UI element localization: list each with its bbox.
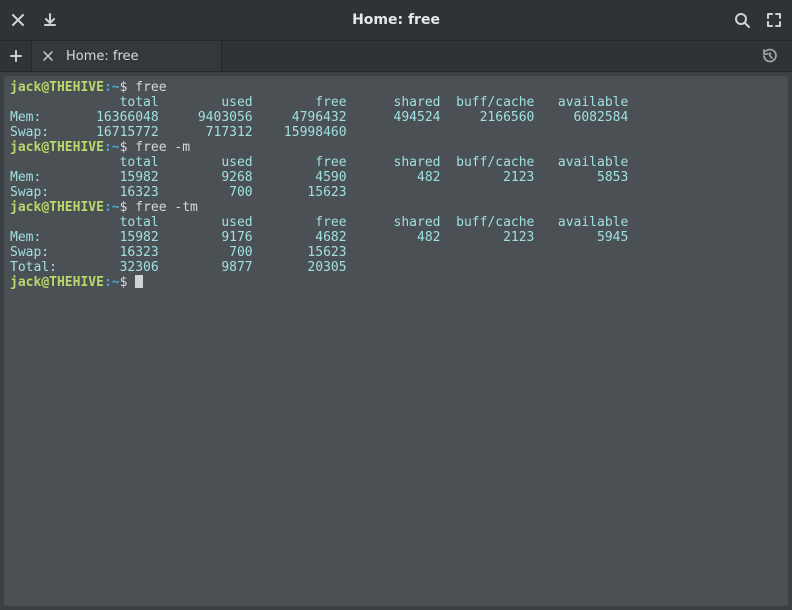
prompt-path: ~ (112, 80, 120, 95)
table-row: Swap: 16715772 717312 15998460 (10, 125, 347, 140)
table-header: total used free shared buff/cache availa… (10, 155, 628, 170)
fullscreen-button[interactable] (764, 10, 784, 30)
cursor (135, 275, 143, 288)
table-row: Mem: 15982 9176 4682 482 2123 5945 (10, 230, 628, 245)
command-line: free (135, 80, 166, 95)
tabbar: Home: free (0, 40, 792, 72)
history-icon (762, 48, 778, 64)
tab-home-free[interactable]: Home: free (32, 41, 222, 71)
history-button[interactable] (758, 44, 782, 68)
table-row: Total: 32306 9877 20305 (10, 260, 347, 275)
titlebar: Home: free (0, 0, 792, 40)
terminal-pane[interactable]: jack@THEHIVE:~$ free total used free sha… (4, 76, 788, 606)
tab-label: Home: free (66, 49, 139, 64)
search-icon (734, 12, 750, 28)
command-line: free -m (135, 140, 190, 155)
window-title: Home: free (352, 12, 440, 28)
search-button[interactable] (732, 10, 752, 30)
close-icon (12, 14, 24, 26)
table-row: Swap: 16323 700 15623 (10, 245, 347, 260)
close-icon (43, 51, 53, 61)
table-header: total used free shared buff/cache availa… (10, 95, 628, 110)
prompt-host: THEHIVE (49, 80, 104, 95)
plus-icon (10, 50, 22, 62)
table-header: total used free shared buff/cache availa… (10, 215, 628, 230)
command-line: free -tm (135, 200, 198, 215)
prompt-user: jack (10, 80, 41, 95)
terminal-output: jack@THEHIVE:~$ free total used free sha… (10, 80, 782, 290)
table-row: Mem: 16366048 9403056 4796432 494524 216… (10, 110, 628, 125)
tab-close-button[interactable] (40, 48, 56, 64)
expand-icon (767, 13, 781, 27)
table-row: Mem: 15982 9268 4590 482 2123 5853 (10, 170, 628, 185)
download-button[interactable] (40, 10, 60, 30)
new-tab-button[interactable] (0, 41, 32, 71)
close-window-button[interactable] (8, 10, 28, 30)
download-icon (43, 13, 57, 27)
table-row: Swap: 16323 700 15623 (10, 185, 347, 200)
